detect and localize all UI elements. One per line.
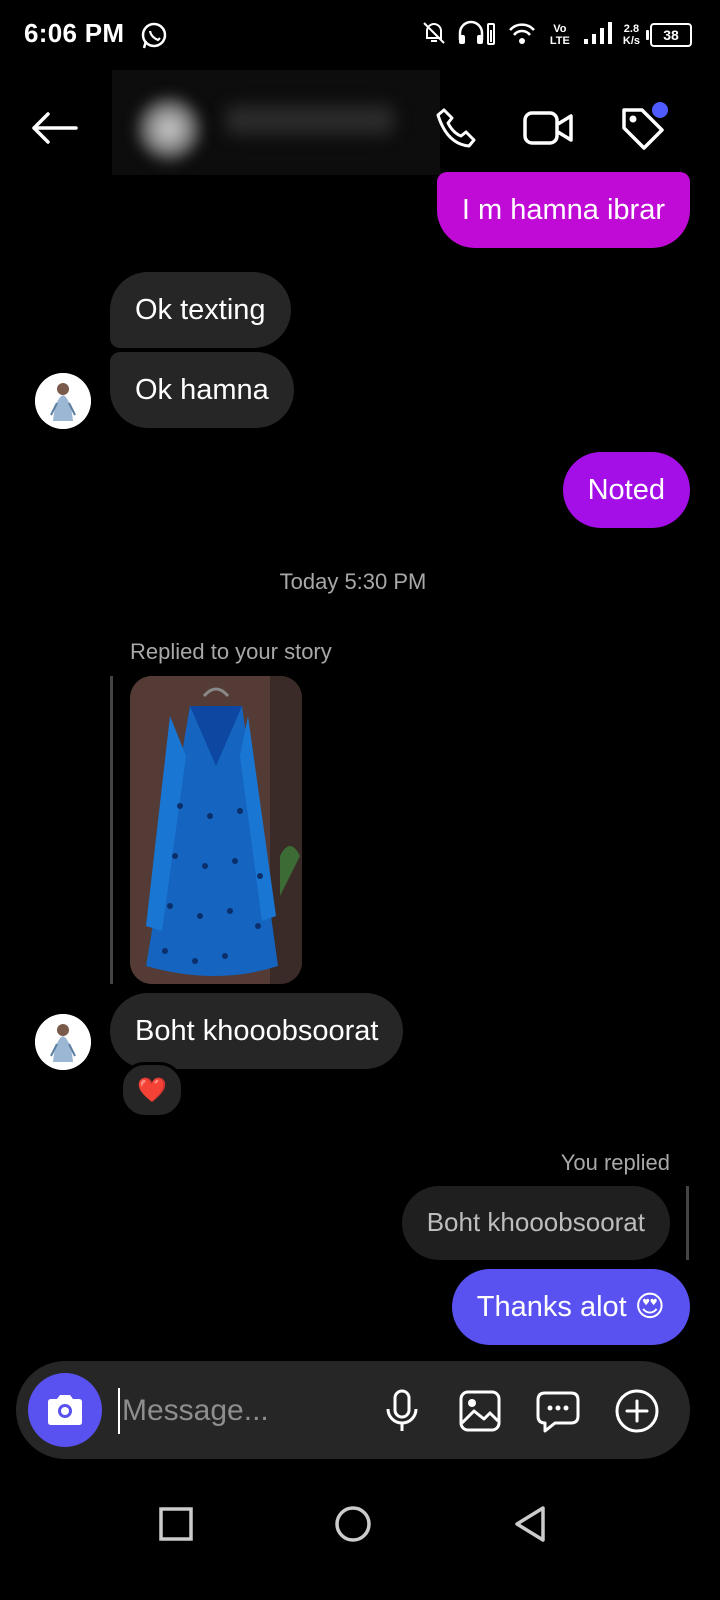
timestamp: Today 5:30 PM: [279, 569, 427, 594]
voice-call-button[interactable]: [428, 98, 488, 158]
status-time: 6:06 PM: [24, 18, 125, 48]
circle-icon: [335, 1506, 371, 1542]
sender-avatar[interactable]: [35, 1014, 91, 1070]
video-camera-icon: [523, 111, 573, 145]
status-icons: Vo LTE 2.8 K/s 38: [421, 18, 692, 52]
image-icon: [459, 1390, 501, 1432]
incoming-message[interactable]: Ok texting: [110, 272, 291, 348]
battery-indicator: 38: [646, 23, 692, 47]
notification-dot: [652, 102, 668, 118]
outgoing-message[interactable]: Thanks alot 😍: [451, 1269, 690, 1345]
recent-apps-button[interactable]: [148, 1496, 204, 1552]
contact-avatar[interactable]: [135, 95, 203, 163]
phone-icon: [436, 108, 476, 148]
video-call-button[interactable]: [518, 98, 578, 158]
net-speed-value: 2.8: [623, 23, 640, 35]
you-replied-label: You replied: [560, 1150, 670, 1175]
story-reply-label: Replied to your story: [130, 639, 332, 664]
sender-avatar[interactable]: [35, 373, 91, 429]
quoted-message[interactable]: Boht khooobsoorat: [401, 1186, 670, 1260]
headphones-icon: [457, 20, 497, 51]
square-icon: [159, 1507, 193, 1541]
triangle-back-icon: [515, 1506, 545, 1542]
microphone-icon: [386, 1389, 418, 1431]
mute-bell-icon: [421, 20, 447, 51]
system-back-button[interactable]: [502, 1496, 558, 1552]
home-button[interactable]: [325, 1496, 381, 1552]
gallery-button[interactable]: [453, 1384, 507, 1438]
back-arrow-icon: [32, 112, 78, 144]
signal-bars-icon: [583, 21, 613, 50]
voice-message-button[interactable]: [375, 1384, 429, 1438]
back-button[interactable]: [26, 100, 82, 156]
whatsapp-notification-icon: [140, 22, 168, 50]
message-input[interactable]: [118, 1388, 374, 1434]
outgoing-message[interactable]: I m hamna ibrar: [436, 172, 690, 248]
contact-name-blurred[interactable]: [225, 105, 395, 135]
wifi-icon: [507, 20, 537, 51]
incoming-message[interactable]: Boht khooobsoorat: [110, 993, 404, 1069]
heart-reaction[interactable]: ❤️: [120, 1062, 184, 1118]
reply-indicator-line: [110, 676, 113, 984]
sticker-chat-button[interactable]: [531, 1384, 585, 1438]
net-speed: 2.8 K/s: [623, 23, 640, 47]
incoming-message[interactable]: Ok hamna: [110, 352, 294, 428]
story-thumbnail[interactable]: [130, 676, 302, 984]
camera-button[interactable]: [28, 1373, 102, 1447]
network-type-label: Vo LTE: [549, 23, 570, 47]
outgoing-message[interactable]: Noted: [562, 452, 690, 528]
chat-bubble-icon: [536, 1391, 580, 1433]
reply-indicator-line: [686, 1186, 689, 1260]
camera-icon: [48, 1395, 82, 1425]
more-options-button[interactable]: [610, 1384, 664, 1438]
net-speed-unit: K/s: [622, 35, 640, 47]
plus-circle-icon: [615, 1389, 659, 1433]
